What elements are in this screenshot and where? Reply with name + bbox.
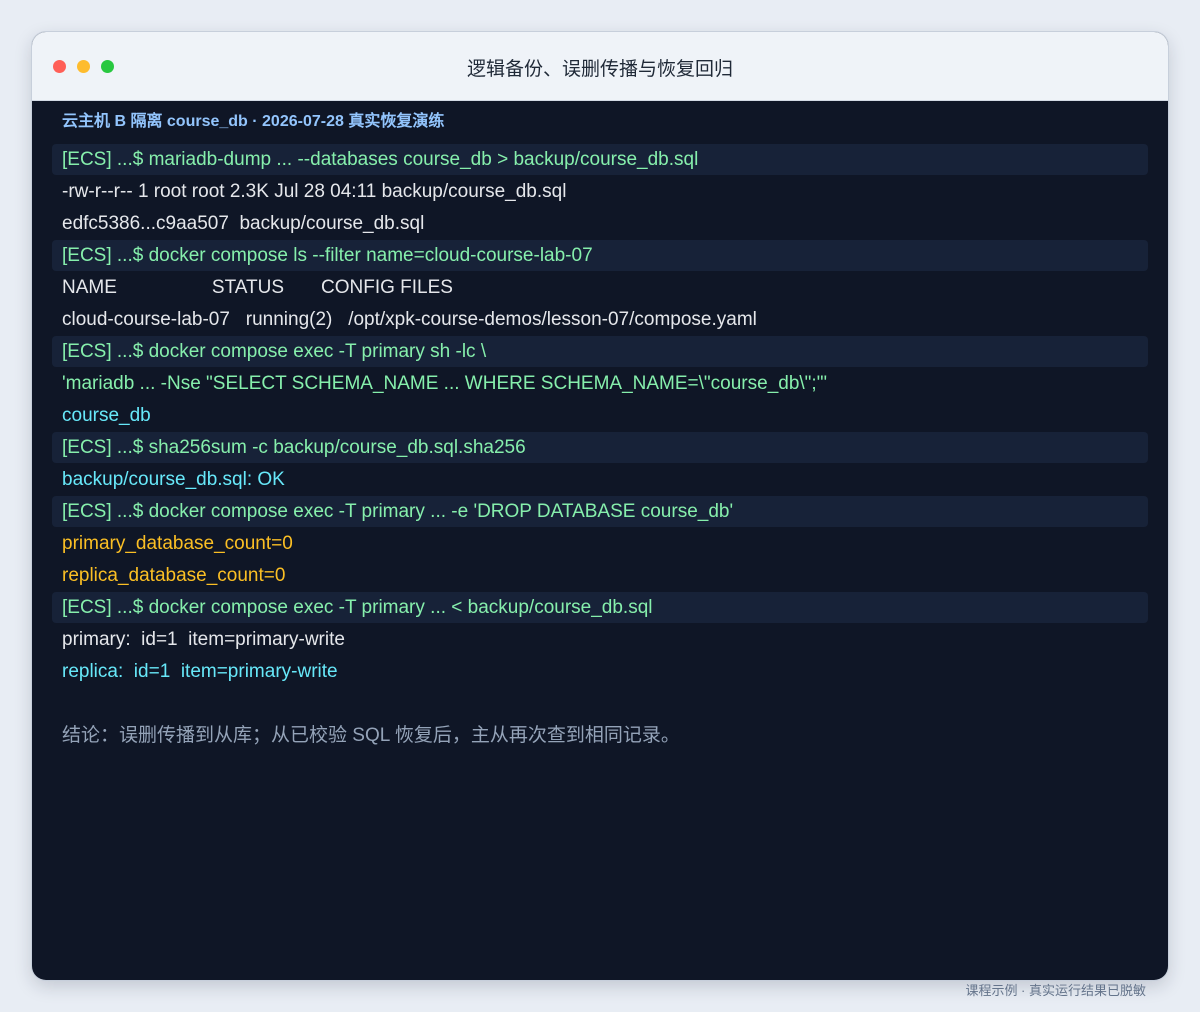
output-line: primary: id=1 item=primary-write [62, 629, 345, 650]
output-line: NAME STATUS CONFIG FILES [62, 277, 453, 298]
command-line: [ECS] ...$ sha256sum -c backup/course_db… [52, 432, 1148, 463]
warning-output-line: replica_database_count=0 [62, 565, 286, 586]
command-line: [ECS] ...$ docker compose ls --filter na… [52, 240, 1148, 271]
terminal-window: 逻辑备份、误删传播与恢复回归 云主机 B 隔离 course_db · 2026… [32, 32, 1168, 980]
command-line: [ECS] ...$ docker compose exec -T primar… [52, 336, 1148, 367]
output-line: course_db [62, 405, 151, 426]
command-continuation-line: 'mariadb ... -Nse "SELECT SCHEMA_NAME ..… [62, 373, 828, 394]
output-line: -rw-r--r-- 1 root root 2.3K Jul 28 04:11… [62, 181, 567, 202]
output-line: edfc5386...c9aa507 backup/course_db.sql [62, 213, 425, 234]
output-line: cloud-course-lab-07 running(2) /opt/xpk-… [62, 309, 757, 330]
window-title: 逻辑备份、误删传播与恢复回归 [466, 59, 733, 80]
warning-output-line: primary_database_count=0 [62, 533, 293, 554]
conclusion-text: 结论：误删传播到从库；从已校验 SQL 恢复后，主从再次查到相同记录。 [62, 725, 680, 746]
command-line: [ECS] ...$ docker compose exec -T primar… [52, 592, 1148, 623]
command-line: [ECS] ...$ mariadb-dump ... --databases … [52, 144, 1148, 175]
command-line: [ECS] ...$ docker compose exec -T primar… [52, 496, 1148, 527]
footer-note: 课程示例 · 真实运行结果已脱敏 [965, 983, 1146, 998]
output-line: backup/course_db.sql: OK [62, 469, 285, 490]
session-header: 云主机 B 隔离 course_db · 2026-07-28 真实恢复演练 [62, 113, 445, 130]
terminal-output[interactable]: 云主机 B 隔离 course_db · 2026-07-28 真实恢复演练 [… [32, 101, 1168, 747]
title-bar: 逻辑备份、误删传播与恢复回归 [32, 32, 1168, 101]
output-line: replica: id=1 item=primary-write [62, 661, 338, 682]
